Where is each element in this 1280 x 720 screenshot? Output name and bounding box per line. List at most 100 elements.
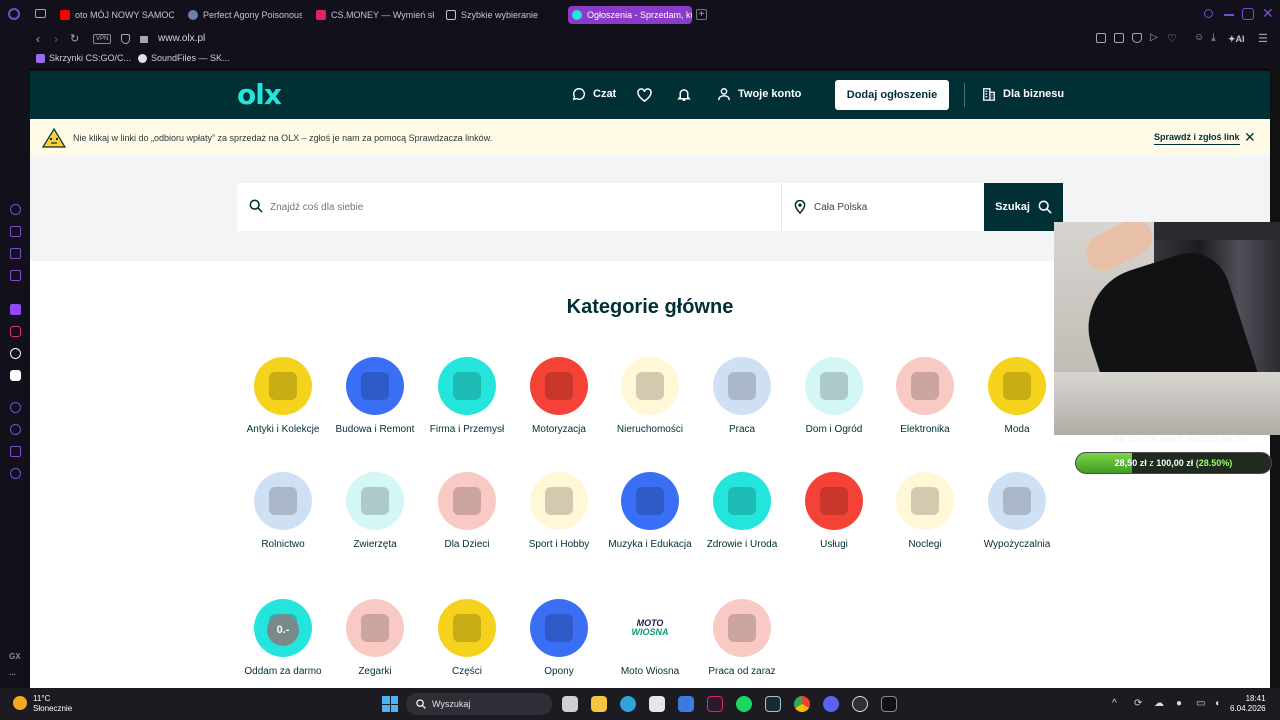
adblock-icon[interactable] xyxy=(1132,33,1142,43)
sun-icon[interactable] xyxy=(13,696,27,710)
tab-dock-icon[interactable] xyxy=(35,9,46,18)
tab-olx[interactable]: Ogłoszenia - Sprzedam, ku xyxy=(568,6,692,24)
file-explorer-icon[interactable] xyxy=(591,696,607,712)
gx-corner-icon[interactable] xyxy=(10,226,21,237)
category-item[interactable]: Zegarki xyxy=(329,599,421,678)
instagram-icon[interactable] xyxy=(10,326,21,337)
play-icon[interactable]: ▷ xyxy=(1150,32,1158,43)
tray-cloud-icon[interactable]: ☁ xyxy=(1154,698,1164,709)
discord-taskbar-icon[interactable] xyxy=(823,696,839,712)
notifications-bell-icon[interactable] xyxy=(677,87,691,102)
chrome-icon[interactable] xyxy=(794,696,810,712)
category-item[interactable]: MOTO WIOSNA Moto Wiosna xyxy=(604,599,696,678)
category-item[interactable]: Sport i Hobby xyxy=(513,472,605,551)
vpn-badge[interactable]: VPN xyxy=(93,34,112,44)
category-item[interactable]: Nieruchomości xyxy=(604,357,696,436)
category-item[interactable]: Zdrowie i Uroda xyxy=(696,472,788,551)
task-view-icon[interactable] xyxy=(562,696,578,712)
weather-widget[interactable]: 11°C Słonecznie xyxy=(33,694,72,714)
gx-control-icon[interactable] xyxy=(10,204,21,215)
profile-icon[interactable]: ☺ xyxy=(1194,32,1204,43)
bookmark-skrzynki[interactable]: Skrzynki CS:GO/C... xyxy=(36,53,131,63)
tab-youtube[interactable]: oto MÓJ NOWY SAMOCHÓ xyxy=(56,6,174,24)
url-field[interactable]: www.olx.pl xyxy=(158,33,205,44)
category-item[interactable]: Rolnictwo xyxy=(237,472,329,551)
aria-ai-button[interactable]: ✦AI xyxy=(1228,34,1245,45)
player-icon[interactable] xyxy=(10,402,21,413)
history-icon[interactable] xyxy=(10,424,21,435)
business-link[interactable]: Dla biznesu xyxy=(982,87,1064,101)
location-input[interactable]: Cała Polska xyxy=(781,183,984,231)
search-tabs-icon[interactable] xyxy=(1204,9,1213,18)
tray-volume-icon[interactable]: ◖ xyxy=(1214,698,1220,709)
back-icon[interactable]: ‹ xyxy=(36,32,40,46)
tab-speed-dial[interactable]: Szybkie wybieranie xyxy=(442,6,562,24)
bookmark-page-icon[interactable] xyxy=(1096,33,1106,43)
minimize-button[interactable] xyxy=(1224,14,1234,16)
chat-link[interactable]: Czat xyxy=(572,87,616,101)
discord-icon[interactable] xyxy=(10,370,21,381)
system-clock[interactable]: 18:41 6.04.2026 xyxy=(1230,694,1266,714)
heart-icon[interactable]: ♡ xyxy=(1167,32,1177,45)
edge-icon[interactable] xyxy=(620,696,636,712)
obs-icon[interactable] xyxy=(852,696,868,712)
gx-label[interactable]: GX xyxy=(9,652,21,661)
category-item[interactable]: Praca xyxy=(696,357,788,436)
reload-icon[interactable]: ↻ xyxy=(70,32,79,45)
category-item[interactable]: Opony xyxy=(513,599,605,678)
tiktok-icon[interactable] xyxy=(10,348,21,359)
maximize-button[interactable] xyxy=(1242,8,1254,20)
add-listing-button[interactable]: Dodaj ogłoszenie xyxy=(835,80,949,110)
account-link[interactable]: Twoje konto xyxy=(717,87,801,101)
category-item[interactable]: Firma i Przemysł xyxy=(421,357,513,436)
tab-cs-money[interactable]: CS.MONEY — Wymień skó xyxy=(312,6,434,24)
check-link-button[interactable]: Sprawdź i zgłoś link xyxy=(1154,132,1240,145)
extensions-icon[interactable] xyxy=(10,446,21,457)
tray-mic-icon[interactable]: ● xyxy=(1176,698,1182,709)
olx-logo[interactable]: olx xyxy=(237,81,282,109)
category-item[interactable]: Dom i Ogród xyxy=(788,357,880,436)
start-button[interactable] xyxy=(382,696,398,712)
new-tab-button[interactable]: + xyxy=(696,9,707,20)
favorites-heart-icon[interactable] xyxy=(637,88,652,102)
search-button[interactable]: Szukaj xyxy=(984,183,1063,231)
forward-icon[interactable]: › xyxy=(54,32,58,46)
search-input[interactable]: Znajdź coś dla siebie xyxy=(237,183,781,231)
category-item[interactable]: Moda xyxy=(971,357,1063,436)
category-item[interactable]: Antyki i Kolekcje xyxy=(237,357,329,436)
category-item[interactable]: Usługi xyxy=(788,472,880,551)
tray-display-icon[interactable]: ▭ xyxy=(1196,698,1205,709)
settings-icon[interactable] xyxy=(10,468,21,479)
category-item[interactable]: Dla Dzieci xyxy=(421,472,513,551)
gx-cleaner-icon[interactable] xyxy=(10,248,21,259)
shield-icon[interactable] xyxy=(121,34,130,44)
tray-sync-icon[interactable]: ⟳ xyxy=(1134,698,1142,709)
category-item[interactable]: Elektronika xyxy=(879,357,971,436)
tray-overflow-icon[interactable]: ^ xyxy=(1112,698,1117,709)
category-item[interactable]: Budowa i Remont xyxy=(329,357,421,436)
easy-setup-icon[interactable]: ☰ xyxy=(1258,32,1268,45)
download-icon[interactable]: ⤓ xyxy=(1211,32,1216,45)
category-item[interactable]: Motoryzacja xyxy=(513,357,605,436)
category-item[interactable]: 0.- Oddam za darmo xyxy=(237,599,329,678)
epic-games-icon[interactable] xyxy=(881,696,897,712)
opera-gx-menu-icon[interactable] xyxy=(8,8,20,20)
snapshot-icon[interactable] xyxy=(1114,33,1124,43)
taskbar-search[interactable]: Wyszukaj xyxy=(406,693,552,715)
steam-taskbar-icon[interactable] xyxy=(765,696,781,712)
messenger-icon[interactable] xyxy=(10,270,21,281)
category-item[interactable]: Muzyka i Edukacja xyxy=(604,472,696,551)
close-window-button[interactable]: ✕ xyxy=(1262,5,1274,22)
spotify-icon[interactable] xyxy=(736,696,752,712)
more-options-icon[interactable]: ... xyxy=(9,668,16,677)
close-banner-icon[interactable]: ✕ xyxy=(1244,129,1256,146)
category-item[interactable]: Zwierzęta xyxy=(329,472,421,551)
bookmark-soundfiles[interactable]: SoundFiles — SK... xyxy=(138,53,230,63)
mail-icon[interactable] xyxy=(678,696,694,712)
category-item[interactable]: Wypożyczalnia xyxy=(971,472,1063,551)
opera-gx-taskbar-icon[interactable] xyxy=(707,696,723,712)
category-item[interactable]: Praca od zaraz xyxy=(696,599,788,678)
twitch-icon[interactable] xyxy=(10,304,21,315)
tab-perfect-agony[interactable]: Perfect Agony Poisonous xyxy=(184,6,302,24)
category-item[interactable]: Części xyxy=(421,599,513,678)
